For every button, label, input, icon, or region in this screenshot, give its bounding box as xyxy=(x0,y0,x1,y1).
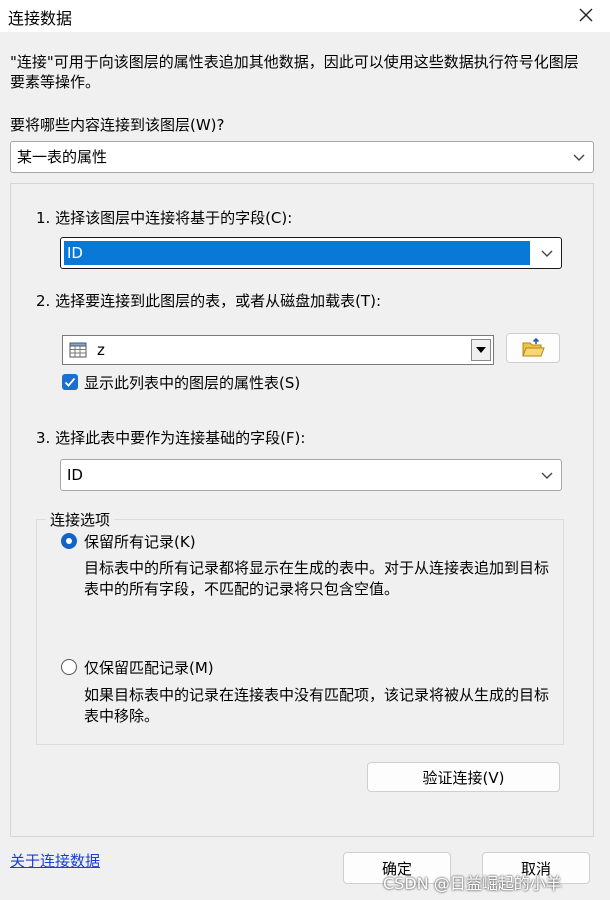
layer-field-select[interactable]: ID xyxy=(60,237,562,269)
about-joining-link[interactable]: 关于连接数据 xyxy=(10,850,100,871)
keep-matching-label: 仅保留匹配记录(M) xyxy=(84,659,214,677)
browse-table-button[interactable] xyxy=(506,333,560,363)
keep-matching-radio[interactable] xyxy=(61,659,77,675)
keep-all-label: 保留所有记录(K) xyxy=(84,533,196,551)
dropdown-button[interactable] xyxy=(471,339,491,361)
show-attribute-tables-label: 显示此列表中的图层的属性表(S) xyxy=(84,374,301,392)
table-icon xyxy=(69,342,87,358)
step1-label: 1. 选择该图层中连接将基于的字段(C): xyxy=(36,209,293,227)
join-field-value: ID xyxy=(67,466,83,484)
description-text: "连接"可用于向该图层的属性表追加其他数据，因此可以使用这些数据执行符号化图层要… xyxy=(10,53,579,91)
close-button[interactable] xyxy=(570,0,602,30)
join-table-select[interactable]: z xyxy=(62,335,494,365)
chevron-down-icon xyxy=(541,250,553,257)
checkmark-icon xyxy=(64,377,76,387)
join-table-value: z xyxy=(97,341,105,359)
join-options-title: 连接选项 xyxy=(46,509,115,530)
triangle-down-icon xyxy=(476,347,486,353)
chevron-down-icon xyxy=(541,472,553,479)
title-bar xyxy=(0,0,610,32)
join-what-value: 某一表的属性 xyxy=(17,148,108,166)
chevron-down-icon xyxy=(573,154,585,161)
show-attribute-tables-checkbox[interactable] xyxy=(62,374,78,390)
window-title: 连接数据 xyxy=(8,9,73,28)
layer-field-value: ID xyxy=(67,244,83,262)
validate-join-button[interactable]: 验证连接(V) xyxy=(367,762,560,792)
step2-label: 2. 选择要连接到此图层的表，或者从磁盘加载表(T): xyxy=(36,292,382,310)
step3-label: 3. 选择此表中要作为连接基础的字段(F): xyxy=(36,429,306,447)
join-what-label: 要将哪些内容连接到该图层(W)? xyxy=(10,116,225,134)
keep-matching-description: 如果目标表中的记录在连接表中没有匹配项，该记录将被从生成的目标表中移除。 xyxy=(84,686,550,725)
keep-all-radio[interactable] xyxy=(61,533,77,549)
open-folder-icon xyxy=(522,338,545,357)
join-what-select[interactable]: 某一表的属性 xyxy=(10,141,594,173)
keep-all-description: 目标表中的所有记录都将显示在生成的表中。对于从连接表追加到目标表中的所有字段，不… xyxy=(84,559,550,598)
selection-highlight xyxy=(64,241,530,265)
watermark-text: CSDN @日益崛起的小羊 xyxy=(383,874,562,893)
close-icon xyxy=(579,8,593,22)
join-field-select[interactable]: ID xyxy=(60,459,562,491)
